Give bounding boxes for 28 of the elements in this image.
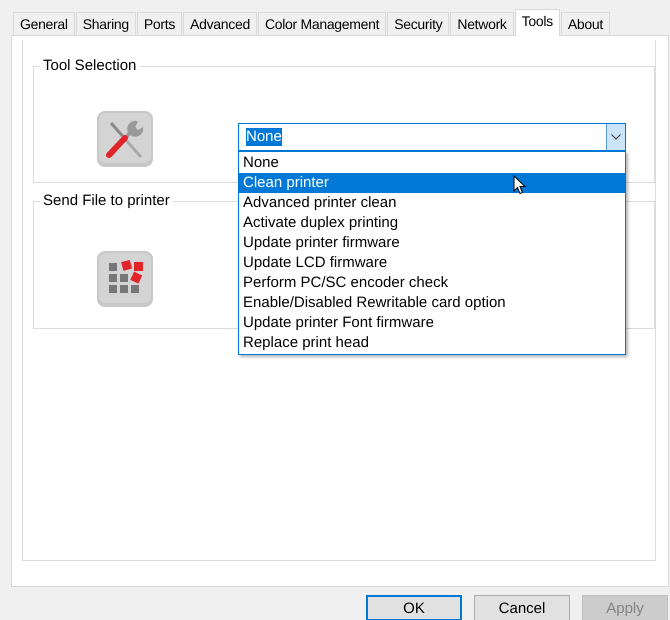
file-grid-icon (97, 251, 153, 307)
tab[interactable]: Color Management (258, 12, 386, 35)
tool-dropdown[interactable]: None (238, 122, 626, 150)
tab[interactable]: Ports (136, 12, 182, 35)
dropdown-option[interactable]: Clean printer (239, 172, 625, 192)
tab[interactable]: About (560, 12, 610, 35)
dropdown-option[interactable]: Perform PC/SC encoder check (239, 272, 625, 292)
dropdown-option[interactable]: Replace print head (239, 332, 625, 352)
group-title: Send File to printer (40, 192, 173, 210)
tools-icon (97, 110, 153, 166)
tab[interactable]: Tools (514, 9, 560, 36)
chevron-down-icon[interactable] (611, 134, 621, 140)
tab[interactable]: General (13, 12, 75, 35)
dropdown-value: None (246, 128, 282, 146)
dialog-button[interactable]: OK (366, 595, 462, 620)
dropdown-option[interactable]: Advanced printer clean (239, 192, 625, 212)
dropdown-option[interactable]: Activate duplex printing (239, 212, 625, 232)
dropdown-option[interactable]: None (239, 152, 625, 172)
dropdown-option[interactable]: Update LCD firmware (239, 252, 625, 272)
tab[interactable]: Security (387, 12, 450, 35)
tab[interactable]: Advanced (183, 12, 257, 35)
dropdown-option[interactable]: Update printer firmware (239, 232, 625, 252)
tab[interactable]: Network (450, 12, 514, 35)
tab[interactable]: Sharing (76, 12, 136, 35)
dialog-button[interactable]: Cancel (474, 595, 570, 620)
dropdown-option[interactable]: Enable/Disabled Rewritable card option (239, 292, 625, 312)
mouse-cursor-icon (513, 174, 526, 194)
dropdown-option[interactable]: Update printer Font firmware (239, 312, 625, 332)
